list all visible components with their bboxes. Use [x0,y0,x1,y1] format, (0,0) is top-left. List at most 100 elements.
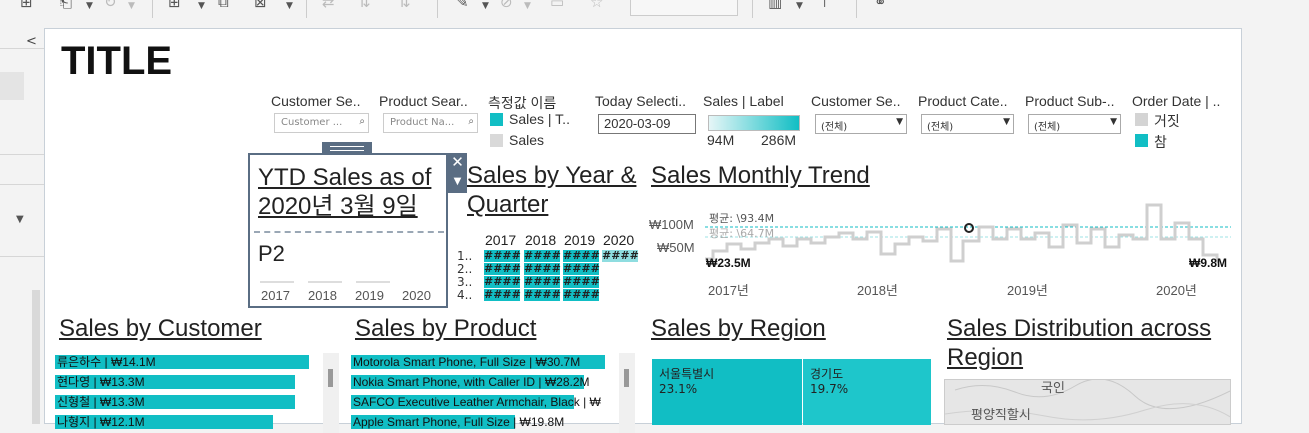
add-data-dropdown-icon[interactable]: ▼ [198,0,205,16]
product-subcategory-select[interactable]: (전체) ▼ [1028,114,1121,134]
paste-icon[interactable]: ⎗ [60,0,72,12]
yq-quarter-label: 3.. [457,275,473,289]
ytd-sales-sheet[interactable]: YTD Sales as of 2020년 3월 9일 P2 2017 2018… [248,153,448,308]
show-me-dropdown-icon[interactable]: ▼ [796,0,803,16]
show-me-icon[interactable]: ▥ [768,0,782,12]
paste-dropdown-icon[interactable]: ▼ [86,0,93,16]
product-scrollbar[interactable] [619,353,635,433]
customer-segment-select[interactable]: (전체) ▼ [815,114,907,134]
product-category-select[interactable]: (전체) ▼ [921,114,1014,134]
legend-item-false[interactable]: 거짓 [1154,111,1180,131]
ytd-year-label: 2020 [402,288,431,303]
yq-cell[interactable]: #### [563,276,600,288]
legend-item-true[interactable]: 참 [1154,132,1167,152]
sort-desc-icon[interactable]: ⇅ [398,0,411,12]
ytd-divider [254,231,444,233]
yq-cell[interactable]: #### [524,289,561,301]
customer-scrollbar[interactable] [323,353,339,433]
yq-cell[interactable]: #### [484,263,521,275]
ytd-axis-tick [308,281,342,283]
bar-label: Motorola Smart Phone, Full Size | ₩30.7M [353,355,581,369]
legend-item-sales[interactable]: Sales [509,132,544,148]
yq-cell[interactable]: #### [563,250,600,262]
presentation-icon[interactable]: ⊤ [818,0,831,12]
highlight-dropdown-icon[interactable]: ▼ [482,0,489,16]
sales-color-gradient [708,115,800,131]
yq-cell[interactable]: #### [524,263,561,275]
yq-cell[interactable]: #### [484,289,521,301]
map-label: 국인 [1041,381,1065,396]
toolbar-separator [152,0,153,18]
clear-dropdown-icon[interactable]: ▼ [286,0,293,16]
yq-quarter-label: 2.. [457,262,473,276]
new-worksheet-icon[interactable]: ⊞ [20,0,33,12]
sort-asc-icon[interactable]: ⇅ [358,0,371,12]
customer-search-input[interactable]: Customer ... ⌕ [274,113,369,133]
region-tile-name: 서울특별시 [659,367,715,381]
order-date-legend-label: Order Date | .. [1132,93,1221,109]
bar-label: 류은하수 | ₩14.1M [57,355,156,369]
toolbar-separator [306,0,307,18]
group-icon[interactable]: ⊘ [500,0,513,12]
group-dropdown-icon[interactable]: ▼ [524,0,531,16]
add-data-icon[interactable]: ⊞ [168,0,181,12]
label-icon[interactable]: ▭ [550,0,564,12]
legend-swatch-sales-t[interactable] [490,113,503,126]
region-map[interactable]: 국인 평양직할시 [944,379,1231,425]
x-axis-tick: 2020년 [1156,283,1197,298]
collapse-panel-icon[interactable]: < [26,34,37,49]
duplicate-icon[interactable]: ⧉ [218,0,229,12]
highlight-marker[interactable] [964,223,974,233]
trend-start-label: ₩23.5M [706,256,751,270]
panel-selected-item[interactable] [0,72,24,100]
left-panel: < ▼ [0,28,44,424]
yq-year-header: 2018 [525,232,557,248]
customer-search-label: Customer Se.. [271,93,361,109]
year-quarter-title: Sales by Year & Quarter [467,162,637,218]
dashboard-title: TITLE [61,39,173,83]
share-icon[interactable]: ⚭ [874,0,887,12]
monthly-trend-chart[interactable] [705,199,1233,269]
product-search-input[interactable]: Product Na... ⌕ [383,113,478,133]
yq-cell[interactable]: #### [484,250,521,262]
yq-year-header: 2020 [603,232,635,248]
legend-swatch-sales[interactable] [490,134,503,147]
y-axis-tick: ₩50M [657,240,695,255]
x-axis-tick: 2019년 [1007,283,1048,298]
chevron-down-icon: ▼ [1003,117,1010,127]
region-tile-seoul[interactable]: 서울특별시 23.1% [652,359,802,425]
yq-cell[interactable]: #### [563,289,600,301]
search-icon: ⌕ [468,116,474,127]
move-handle[interactable] [322,142,372,153]
close-icon[interactable]: ✕ [448,153,467,172]
yq-cell[interactable]: #### [484,276,521,288]
legend-swatch-true[interactable] [1135,134,1148,147]
product-search-label: Product Sear.. [379,93,468,109]
swap-icon[interactable]: ⇄ [322,0,335,12]
legend-swatch-false[interactable] [1135,113,1148,126]
highlight-icon[interactable]: ✎ [456,0,469,12]
scrollbar-thumb[interactable] [328,369,333,387]
today-selection-input[interactable]: 2020-03-09 [598,114,696,134]
yq-cell[interactable]: #### [602,250,639,262]
yq-cell[interactable]: #### [563,263,600,275]
distribution-sheet-title: Sales Distribution across Region [947,315,1212,371]
more-options-icon[interactable]: ▼ [448,172,467,193]
scrollbar-thumb[interactable] [624,369,629,387]
panel-scrollbar[interactable] [32,290,40,424]
yq-cell[interactable]: #### [524,276,561,288]
ytd-axis-tick [260,281,294,283]
panel-dropdown-icon[interactable]: ▼ [16,214,24,225]
pin-icon[interactable]: ☆ [590,0,603,12]
yq-cell[interactable]: #### [524,250,561,262]
yq-quarter-label: 1.. [457,249,473,263]
legend-item-sales-t[interactable]: Sales | T.. [509,111,570,127]
refresh-dropdown-icon[interactable]: ▼ [128,0,135,16]
trend-end-label: ₩9.8M [1189,256,1228,270]
fit-select[interactable] [630,0,738,16]
region-tile-gyeonggi[interactable]: 경기도 19.7% [803,359,931,425]
refresh-icon[interactable]: ↻ [104,0,117,12]
clear-icon[interactable]: ⊠ [254,0,267,12]
panel-divider [0,256,44,257]
ytd-year-label: 2019 [355,288,384,303]
